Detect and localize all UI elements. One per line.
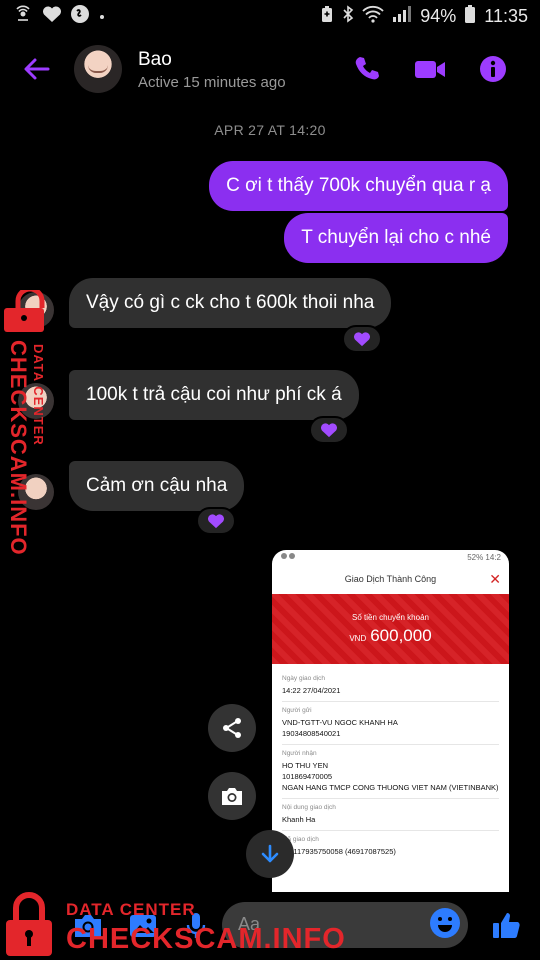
field-value: HO THU YEN bbox=[282, 761, 328, 770]
share-icon bbox=[223, 718, 241, 738]
receipt-field: Người gửi VND-TGTT-VU NGOC KHANH HA 1903… bbox=[282, 702, 499, 745]
share-button[interactable] bbox=[208, 704, 256, 752]
contact-name[interactable]: Bao bbox=[138, 49, 172, 71]
battery-saver-icon bbox=[320, 5, 334, 28]
field-value: VND-TGTT-VU NGOC KHANH HA bbox=[282, 718, 398, 727]
clock-time: 11:35 bbox=[484, 5, 528, 26]
transfer-receipt-image[interactable]: 52% 14:2 Giao Dịch Thành Công ✕ Số tiền … bbox=[272, 550, 509, 892]
watermark-lock-icon bbox=[4, 286, 56, 337]
info-icon[interactable] bbox=[478, 54, 508, 84]
purple-heart-icon bbox=[321, 423, 337, 438]
watermark-site: CHECKSCAM.INFO bbox=[66, 923, 346, 955]
date-separator: APR 27 AT 14:20 bbox=[214, 122, 326, 138]
purple-heart-reaction[interactable] bbox=[309, 416, 349, 444]
amount-label: Số tiền chuyển khoản bbox=[352, 612, 429, 622]
field-value: 19034808540021 bbox=[282, 729, 341, 738]
contact-active-status: Active 15 minutes ago bbox=[138, 74, 286, 91]
watermark-lock-icon bbox=[4, 890, 54, 960]
receipt-status-icons bbox=[280, 552, 302, 562]
receipt-field: Người nhận HO THU YEN 101869470005 NGAN … bbox=[282, 745, 499, 799]
purple-heart-reaction[interactable] bbox=[196, 507, 236, 535]
signal-icon bbox=[392, 5, 412, 28]
field-label: Ngày giao dịch bbox=[282, 675, 325, 682]
phone-icon[interactable] bbox=[352, 54, 382, 84]
receipt-status-bar: 52% 14:2 bbox=[272, 550, 509, 564]
thumbs-up-icon[interactable] bbox=[488, 908, 524, 944]
dot-icon bbox=[98, 6, 106, 26]
amount-currency: VND bbox=[349, 633, 367, 643]
sent-message[interactable]: C ơi t thấy 700k chuyển qua r ạ bbox=[209, 161, 508, 211]
receipt-status-right: 52% 14:2 bbox=[467, 552, 501, 562]
wifi-icon bbox=[362, 5, 384, 28]
arrow-down-icon bbox=[261, 844, 279, 863]
contact-avatar[interactable] bbox=[74, 45, 122, 93]
received-message[interactable]: Cảm ơn cậu nha bbox=[69, 461, 245, 511]
heart-icon bbox=[42, 5, 62, 28]
watermark-site-vertical: CHECKSCAM.INFO bbox=[6, 340, 31, 556]
field-value: 14:22 27/04/2021 bbox=[282, 686, 341, 695]
field-value: 211117935750058 (46917087525) bbox=[282, 847, 396, 856]
field-value: 101869470005 bbox=[282, 772, 333, 781]
close-icon: ✕ bbox=[489, 571, 501, 587]
sent-message[interactable]: T chuyển lại cho c nhé bbox=[284, 213, 508, 263]
bluetooth-icon bbox=[342, 4, 354, 28]
battery-percent: 94% bbox=[420, 5, 457, 26]
receipt-details: Ngày giao dịch 14:22 27/04/2021 Người gử… bbox=[272, 664, 509, 868]
purple-heart-icon bbox=[208, 514, 224, 529]
received-message[interactable]: Vậy có gì c ck cho t 600k thoii nha bbox=[69, 278, 392, 328]
receipt-title: Giao Dịch Thành Công bbox=[344, 574, 437, 584]
amount-value: 600,000 bbox=[370, 625, 432, 645]
field-label: Mã giao dịch bbox=[282, 836, 319, 843]
receipt-amount-banner: Số tiền chuyển khoản VND 600,000 bbox=[272, 594, 509, 664]
watermark-data-center: DATA CENTER bbox=[66, 900, 196, 919]
field-value: Khanh Ha bbox=[282, 815, 316, 824]
field-label: Nội dung giao dịch bbox=[282, 804, 336, 811]
purple-heart-reaction[interactable] bbox=[342, 325, 382, 353]
back-arrow-icon[interactable] bbox=[22, 54, 52, 84]
receipt-title-bar: Giao Dịch Thành Công ✕ bbox=[272, 564, 509, 594]
field-label: Người nhận bbox=[282, 750, 317, 757]
conversation-header: Bao Active 15 minutes ago bbox=[0, 36, 540, 102]
scroll-down-button[interactable] bbox=[246, 830, 294, 878]
received-message[interactable]: 100k t trả cậu coi như phí ck á bbox=[69, 370, 359, 420]
receipt-field: Nội dung giao dịch Khanh Ha bbox=[282, 799, 499, 831]
video-call-icon[interactable] bbox=[414, 54, 446, 84]
status-bar: 94% 11:35 bbox=[0, 0, 540, 32]
purple-heart-icon bbox=[354, 332, 370, 347]
watermark-data-center-vertical: DATA CENTER bbox=[31, 344, 46, 446]
emoji-icon[interactable] bbox=[428, 906, 464, 942]
camera-icon bbox=[222, 788, 242, 805]
battery-icon bbox=[464, 4, 476, 29]
shazam-icon bbox=[70, 4, 90, 29]
camera-button[interactable] bbox=[208, 772, 256, 820]
receipt-field: Ngày giao dịch 14:22 27/04/2021 bbox=[282, 670, 499, 702]
field-label: Người gửi bbox=[282, 707, 312, 714]
hotspot-icon bbox=[12, 4, 34, 28]
field-value: NGAN HANG TMCP CONG THUONG VIET NAM (VIE… bbox=[282, 783, 499, 792]
receipt-field: Mã giao dịch 211117935750058 (4691708752… bbox=[282, 831, 499, 862]
